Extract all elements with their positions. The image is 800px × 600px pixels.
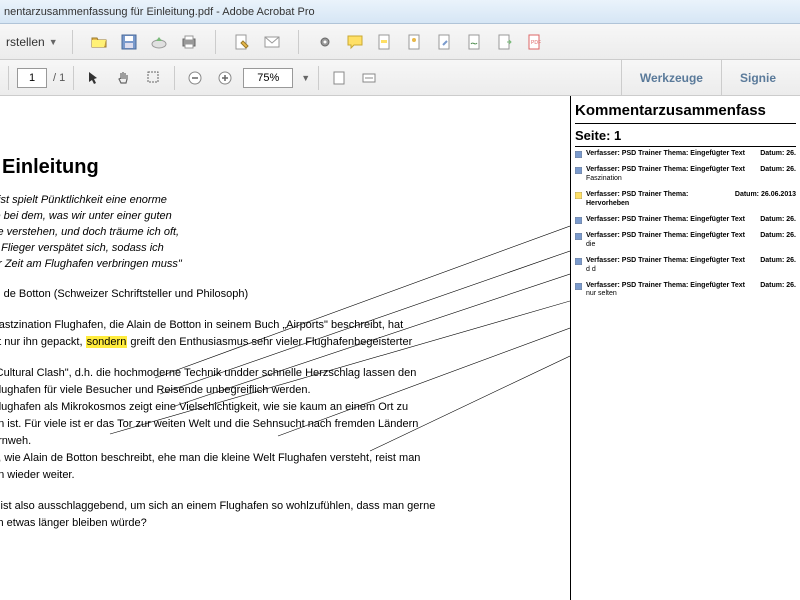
sidebar-page-label: Seite: 1 — [575, 128, 796, 147]
email-icon[interactable] — [260, 30, 284, 54]
divider — [72, 30, 73, 54]
doc-quote: eist spielt Pünktlichkeit eine enorme le… — [0, 193, 570, 273]
pdf-tool-icon[interactable]: PDF — [523, 30, 547, 54]
attach-icon[interactable] — [433, 30, 457, 54]
doc-body-2: „Cultural Clash", d.h. die hochmoderne T… — [0, 365, 570, 484]
edit-page-icon[interactable] — [230, 30, 254, 54]
comment-date: Datum: 26. — [760, 232, 796, 249]
comment-row[interactable]: Verfasser: PSD Trainer Thema: Hervorhebe… — [575, 190, 796, 215]
comment-row[interactable]: Verfasser: PSD Trainer Thema: Eingefügte… — [575, 231, 796, 256]
hand-tool-icon[interactable] — [112, 66, 136, 90]
comment-text: Verfasser: PSD Trainer Thema: Hervorhebe… — [586, 191, 731, 208]
comment-date: Datum: 26. — [760, 257, 796, 274]
comment-row[interactable]: Verfasser: PSD Trainer Thema: Eingefügte… — [575, 165, 796, 190]
comment-type-icon — [575, 258, 582, 265]
comment-text: Verfasser: PSD Trainer Thema: Eingefügte… — [586, 282, 756, 299]
comment-type-icon — [575, 233, 582, 240]
doc-body-1: Fastzination Flughafen, die Alain de Bot… — [0, 317, 570, 351]
highlight-tool-icon[interactable] — [373, 30, 397, 54]
divider — [298, 30, 299, 54]
page-total: / 1 — [53, 72, 65, 84]
tool-icons: PDF — [313, 30, 547, 54]
titlebar: nentarzusammenfassung für Einleitung.pdf… — [0, 0, 800, 24]
file-icons — [87, 30, 201, 54]
right-tabs: Werkzeuge Signie — [621, 60, 794, 95]
comment-type-icon — [575, 217, 582, 224]
stamp-icon[interactable] — [403, 30, 427, 54]
document-area[interactable]: Einleitung eist spielt Pünktlichkeit ein… — [0, 96, 570, 600]
comment-text: Verfasser: PSD Trainer Thema: Eingefügte… — [586, 216, 756, 224]
doc-attribution: in de Botton (Schweizer Schriftsteller u… — [0, 287, 570, 303]
comment-date: Datum: 26. — [760, 282, 796, 299]
comment-row[interactable]: Verfasser: PSD Trainer Thema: Eingefügte… — [575, 215, 796, 231]
main-toolbar: rstellen ▼ PDF — [0, 24, 800, 60]
comment-text: Verfasser: PSD Trainer Thema: Eingefügte… — [586, 166, 756, 183]
chevron-down-icon: ▼ — [49, 37, 58, 47]
open-icon[interactable] — [87, 30, 111, 54]
nav-group: / 1 ▼ — [6, 66, 381, 90]
fit-page-icon[interactable] — [357, 66, 381, 90]
comments-sidebar: Kommentarzusammenfass Seite: 1 Verfasser… — [570, 96, 800, 600]
sidebar-title: Kommentarzusammenfass — [575, 102, 796, 124]
tab-signieren[interactable]: Signie — [721, 60, 794, 95]
fit-width-icon[interactable] — [327, 66, 351, 90]
comment-text: Verfasser: PSD Trainer Thema: Eingefügte… — [586, 232, 756, 249]
export-icon[interactable] — [493, 30, 517, 54]
save-icon[interactable] — [117, 30, 141, 54]
comment-type-icon — [575, 192, 582, 199]
comment-date: Datum: 26. — [760, 150, 796, 158]
svg-text:PDF: PDF — [531, 40, 541, 46]
comment-text: Verfasser: PSD Trainer Thema: Eingefügte… — [586, 150, 756, 158]
divider — [8, 66, 9, 90]
comment-text: Verfasser: PSD Trainer Thema: Eingefügte… — [586, 257, 756, 274]
divider — [73, 66, 74, 90]
content-area: Einleitung eist spielt Pünktlichkeit ein… — [0, 96, 800, 600]
gear-icon[interactable] — [313, 30, 337, 54]
comment-type-icon — [575, 283, 582, 290]
chevron-down-icon: ▼ — [301, 73, 310, 83]
comment-date: Datum: 26. — [760, 166, 796, 183]
sign-icon[interactable] — [463, 30, 487, 54]
comment-list: Verfasser: PSD Trainer Thema: Eingefügte… — [575, 149, 796, 306]
comment-date: Datum: 26. — [760, 216, 796, 224]
select-tool-icon[interactable] — [82, 66, 106, 90]
marquee-zoom-icon[interactable] — [142, 66, 166, 90]
nav-toolbar: / 1 ▼ Werkzeuge Signie — [0, 60, 800, 96]
zoom-input[interactable] — [243, 68, 293, 88]
edit-icons — [230, 30, 284, 54]
tab-werkzeuge[interactable]: Werkzeuge — [621, 60, 721, 95]
comment-type-icon — [575, 151, 582, 158]
window-title: nentarzusammenfassung für Einleitung.pdf… — [4, 6, 315, 18]
cloud-icon[interactable] — [147, 30, 171, 54]
comment-row[interactable]: Verfasser: PSD Trainer Thema: Eingefügte… — [575, 149, 796, 165]
comment-row[interactable]: Verfasser: PSD Trainer Thema: Eingefügte… — [575, 256, 796, 281]
divider — [174, 66, 175, 90]
divider — [318, 66, 319, 90]
zoom-in-icon[interactable] — [213, 66, 237, 90]
comment-type-icon — [575, 167, 582, 174]
create-button[interactable]: rstellen ▼ — [6, 35, 58, 49]
doc-body-3: s ist also ausschlaggebend, um sich an e… — [0, 498, 570, 532]
document-page: Einleitung eist spielt Pünktlichkeit ein… — [0, 156, 570, 532]
page-input[interactable] — [17, 68, 47, 88]
doc-heading: Einleitung — [2, 156, 570, 179]
divider — [215, 30, 216, 54]
comment-date: Datum: 26.06.2013 — [735, 191, 796, 208]
comment-icon[interactable] — [343, 30, 367, 54]
create-label: rstellen — [6, 35, 45, 49]
comment-row[interactable]: Verfasser: PSD Trainer Thema: Eingefügte… — [575, 281, 796, 306]
zoom-out-icon[interactable] — [183, 66, 207, 90]
print-icon[interactable] — [177, 30, 201, 54]
highlight-mark: sondern — [86, 336, 128, 348]
